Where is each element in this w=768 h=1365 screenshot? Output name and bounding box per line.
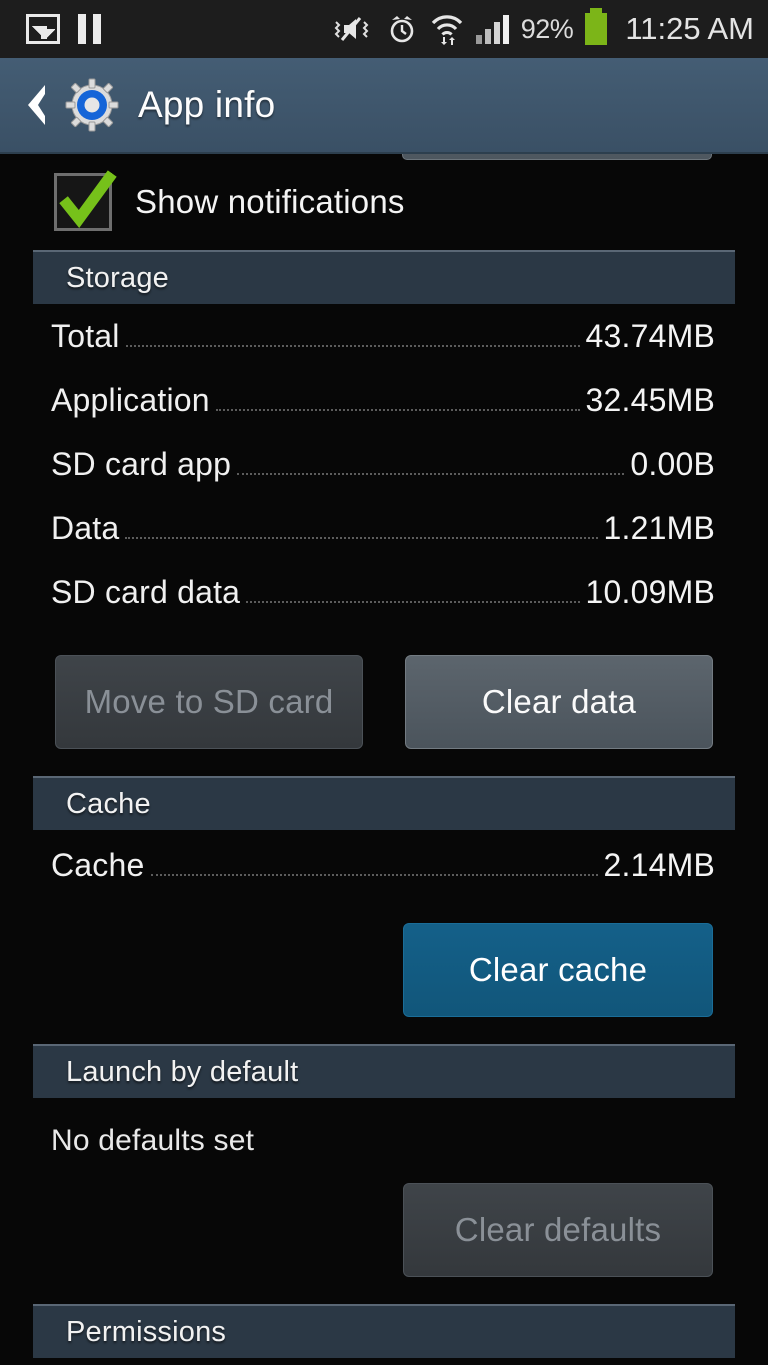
settings-gear-icon (65, 78, 119, 132)
back-chevron-icon[interactable] (18, 79, 52, 131)
table-row: SD card data 10.09MB (0, 574, 768, 638)
app-info-screen: 92% 11:25 AM App info Show notifications… (0, 0, 768, 1365)
permissions-section-header: Permissions (33, 1304, 735, 1358)
leader-dots (150, 873, 598, 876)
page-title: App info (138, 84, 276, 125)
storage-header-label: Storage (66, 261, 169, 294)
checkmark-icon (59, 170, 117, 229)
status-bar[interactable]: 92% 11:25 AM (0, 0, 768, 58)
status-bar-left-icons (26, 14, 101, 44)
show-notifications-label: Show notifications (135, 183, 405, 220)
action-bar: App info (0, 58, 768, 154)
scroll-content[interactable]: Show notifications Storage Total 43.74MB… (0, 154, 768, 1365)
row-value: 2.14MB (603, 847, 715, 883)
storage-buttons: Move to SD card Clear data (0, 655, 768, 749)
leader-dots (246, 600, 580, 603)
status-bar-right-icons: 92% 11:25 AM (334, 8, 754, 47)
battery-icon (585, 8, 608, 45)
clear-data-button[interactable]: Clear data (405, 655, 713, 749)
move-to-sd-card-button[interactable]: Move to SD card (55, 655, 363, 749)
row-value: 43.74MB (585, 318, 715, 354)
table-row: Cache 2.14MB (0, 847, 768, 911)
no-defaults-set-text: No defaults set (51, 1124, 255, 1157)
launch-by-default-section-header: Launch by default (33, 1044, 735, 1098)
leader-dots (125, 536, 598, 539)
table-row: Total 43.74MB (0, 318, 768, 382)
leader-dots (237, 472, 625, 475)
alarm-clock-icon (390, 16, 414, 43)
battery-percent: 92% (520, 13, 574, 44)
row-value: 32.45MB (585, 382, 715, 418)
launch-by-default-header-label: Launch by default (66, 1055, 299, 1088)
row-key: SD card data (51, 574, 241, 610)
row-key: Application (51, 382, 210, 418)
storage-section-header: Storage (33, 250, 735, 304)
sound-mute-vibrate-icon (334, 17, 369, 41)
partially-scrolled-button[interactable] (402, 154, 712, 160)
table-row: SD card app 0.00B (0, 446, 768, 510)
row-key: Total (51, 318, 120, 354)
table-row: Application 32.45MB (0, 382, 768, 446)
cache-section-header: Cache (33, 776, 735, 830)
media-pause-icon (78, 14, 101, 44)
status-bar-clock: 11:25 AM (625, 11, 754, 46)
cellular-signal-icon (475, 14, 509, 44)
row-value: 0.00B (630, 446, 715, 482)
wifi-data-icon (431, 15, 462, 45)
leader-dots (125, 344, 580, 347)
table-row: Data 1.21MB (0, 510, 768, 574)
row-value: 10.09MB (585, 574, 715, 610)
row-key: Cache (51, 847, 145, 883)
permissions-header-label: Permissions (66, 1315, 227, 1348)
cache-buttons: Clear cache (0, 923, 768, 1017)
launch-by-default-buttons: Clear defaults (0, 1183, 768, 1277)
clear-cache-button[interactable]: Clear cache (403, 923, 713, 1017)
cache-header-label: Cache (66, 787, 151, 820)
screenshot-image-icon (26, 14, 60, 44)
row-key: SD card app (51, 446, 232, 482)
row-value: 1.21MB (603, 510, 715, 546)
show-notifications-row[interactable]: Show notifications (0, 154, 768, 250)
row-key: Data (51, 510, 120, 546)
clear-defaults-button[interactable]: Clear defaults (403, 1183, 713, 1277)
show-notifications-checkbox[interactable] (54, 170, 117, 231)
leader-dots (215, 408, 580, 411)
